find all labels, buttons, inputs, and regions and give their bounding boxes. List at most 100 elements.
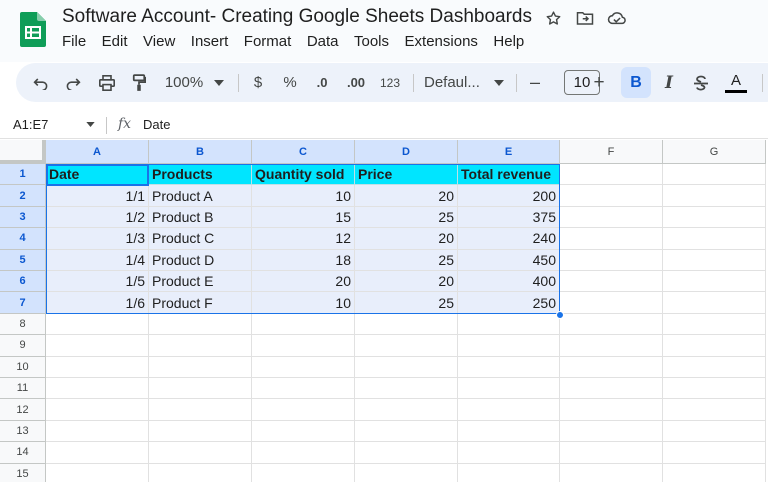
cell-a4[interactable]: 1/3	[46, 228, 149, 250]
row-header-7[interactable]: 7	[0, 292, 46, 314]
cell-c6[interactable]: 20	[252, 271, 355, 293]
cell-c5[interactable]: 18	[252, 249, 355, 271]
cell-b5[interactable]: Product D	[149, 249, 252, 271]
text-color-icon[interactable]: A	[724, 63, 748, 102]
cell-a10[interactable]	[46, 356, 149, 378]
cell-f13[interactable]	[560, 420, 663, 443]
cell-e15[interactable]	[458, 463, 560, 482]
row-header-5[interactable]: 5	[0, 249, 46, 271]
percent-format-button[interactable]: %	[282, 63, 298, 102]
cell-f1[interactable]	[560, 164, 663, 186]
menu-view[interactable]: View	[143, 33, 175, 50]
cell-a15[interactable]	[46, 463, 149, 482]
cell-e13[interactable]	[458, 420, 560, 443]
cell-g9[interactable]	[663, 335, 766, 357]
cell-a1[interactable]: Date	[46, 164, 149, 186]
cell-g8[interactable]	[663, 313, 766, 336]
cell-a13[interactable]	[46, 420, 149, 443]
row-header-4[interactable]: 4	[0, 228, 46, 250]
column-header-d[interactable]: D	[355, 140, 458, 164]
formula-input[interactable]: Date	[143, 117, 170, 132]
cell-b4[interactable]: Product C	[149, 228, 252, 250]
cell-b3[interactable]: Product B	[149, 206, 252, 229]
cell-a8[interactable]	[46, 313, 149, 336]
cell-b2[interactable]: Product A	[149, 185, 252, 207]
cell-f11[interactable]	[560, 378, 663, 400]
cell-c1[interactable]: Quantity sold	[252, 164, 355, 186]
cell-c10[interactable]	[252, 356, 355, 378]
strikethrough-icon[interactable]	[692, 63, 710, 102]
cell-c8[interactable]	[252, 313, 355, 336]
cell-f8[interactable]	[560, 313, 663, 336]
cell-e4[interactable]: 240	[458, 228, 560, 250]
column-header-e[interactable]: E	[458, 140, 560, 164]
cell-d10[interactable]	[355, 356, 458, 378]
decrease-font-size-button[interactable]: –	[526, 63, 544, 102]
row-header-8[interactable]: 8	[0, 313, 46, 336]
row-header-3[interactable]: 3	[0, 206, 46, 229]
cell-c2[interactable]: 10	[252, 185, 355, 207]
menu-edit[interactable]: Edit	[102, 33, 128, 50]
cell-g12[interactable]	[663, 399, 766, 421]
row-header-10[interactable]: 10	[0, 356, 46, 378]
cell-f12[interactable]	[560, 399, 663, 421]
document-title[interactable]: Software Account- Creating Google Sheets…	[62, 6, 532, 28]
cloud-saved-icon[interactable]	[607, 8, 627, 28]
cell-b6[interactable]: Product E	[149, 271, 252, 293]
cell-d14[interactable]	[355, 442, 458, 464]
cell-d8[interactable]	[355, 313, 458, 336]
column-header-g[interactable]: G	[663, 140, 766, 164]
cell-b1[interactable]: Products	[149, 164, 252, 186]
currency-format-button[interactable]: $	[250, 63, 266, 102]
cell-g15[interactable]	[663, 463, 766, 482]
cell-b10[interactable]	[149, 356, 252, 378]
number-format-button[interactable]: 123	[378, 63, 402, 102]
cell-c13[interactable]	[252, 420, 355, 443]
cell-e8[interactable]	[458, 313, 560, 336]
chevron-down-icon[interactable]	[492, 63, 506, 102]
cell-e2[interactable]: 200	[458, 185, 560, 207]
column-header-f[interactable]: F	[560, 140, 663, 164]
cell-f15[interactable]	[560, 463, 663, 482]
cell-c12[interactable]	[252, 399, 355, 421]
cell-a7[interactable]: 1/6	[46, 292, 149, 314]
cell-e3[interactable]: 375	[458, 206, 560, 229]
undo-icon[interactable]	[30, 63, 52, 102]
cell-b8[interactable]	[149, 313, 252, 336]
column-header-b[interactable]: B	[149, 140, 252, 164]
cell-d15[interactable]	[355, 463, 458, 482]
cell-b7[interactable]: Product F	[149, 292, 252, 314]
cell-g3[interactable]	[663, 206, 766, 229]
cell-a9[interactable]	[46, 335, 149, 357]
menu-format[interactable]: Format	[244, 33, 292, 50]
cell-a3[interactable]: 1/2	[46, 206, 149, 229]
cell-g13[interactable]	[663, 420, 766, 443]
cell-b11[interactable]	[149, 378, 252, 400]
row-header-13[interactable]: 13	[0, 420, 46, 443]
cell-e7[interactable]: 250	[458, 292, 560, 314]
cell-a14[interactable]	[46, 442, 149, 464]
cell-f4[interactable]	[560, 228, 663, 250]
cell-g2[interactable]	[663, 185, 766, 207]
row-header-1[interactable]: 1	[0, 164, 46, 186]
row-header-2[interactable]: 2	[0, 185, 46, 207]
cell-a11[interactable]	[46, 378, 149, 400]
cell-e9[interactable]	[458, 335, 560, 357]
cell-c7[interactable]: 10	[252, 292, 355, 314]
cell-d2[interactable]: 20	[355, 185, 458, 207]
decrease-decimal-button[interactable]: .0	[312, 63, 332, 102]
row-header-15[interactable]: 15	[0, 463, 46, 482]
sheets-logo-icon[interactable]	[20, 12, 46, 47]
name-box[interactable]: A1:E7	[13, 117, 48, 132]
cell-f14[interactable]	[560, 442, 663, 464]
cell-d6[interactable]: 20	[355, 271, 458, 293]
menu-file[interactable]: File	[62, 33, 86, 50]
cell-d12[interactable]	[355, 399, 458, 421]
menu-data[interactable]: Data	[307, 33, 339, 50]
cell-a6[interactable]: 1/5	[46, 271, 149, 293]
cell-g6[interactable]	[663, 271, 766, 293]
cell-d7[interactable]: 25	[355, 292, 458, 314]
cell-d5[interactable]: 25	[355, 249, 458, 271]
cell-d13[interactable]	[355, 420, 458, 443]
menu-extensions[interactable]: Extensions	[405, 33, 478, 50]
